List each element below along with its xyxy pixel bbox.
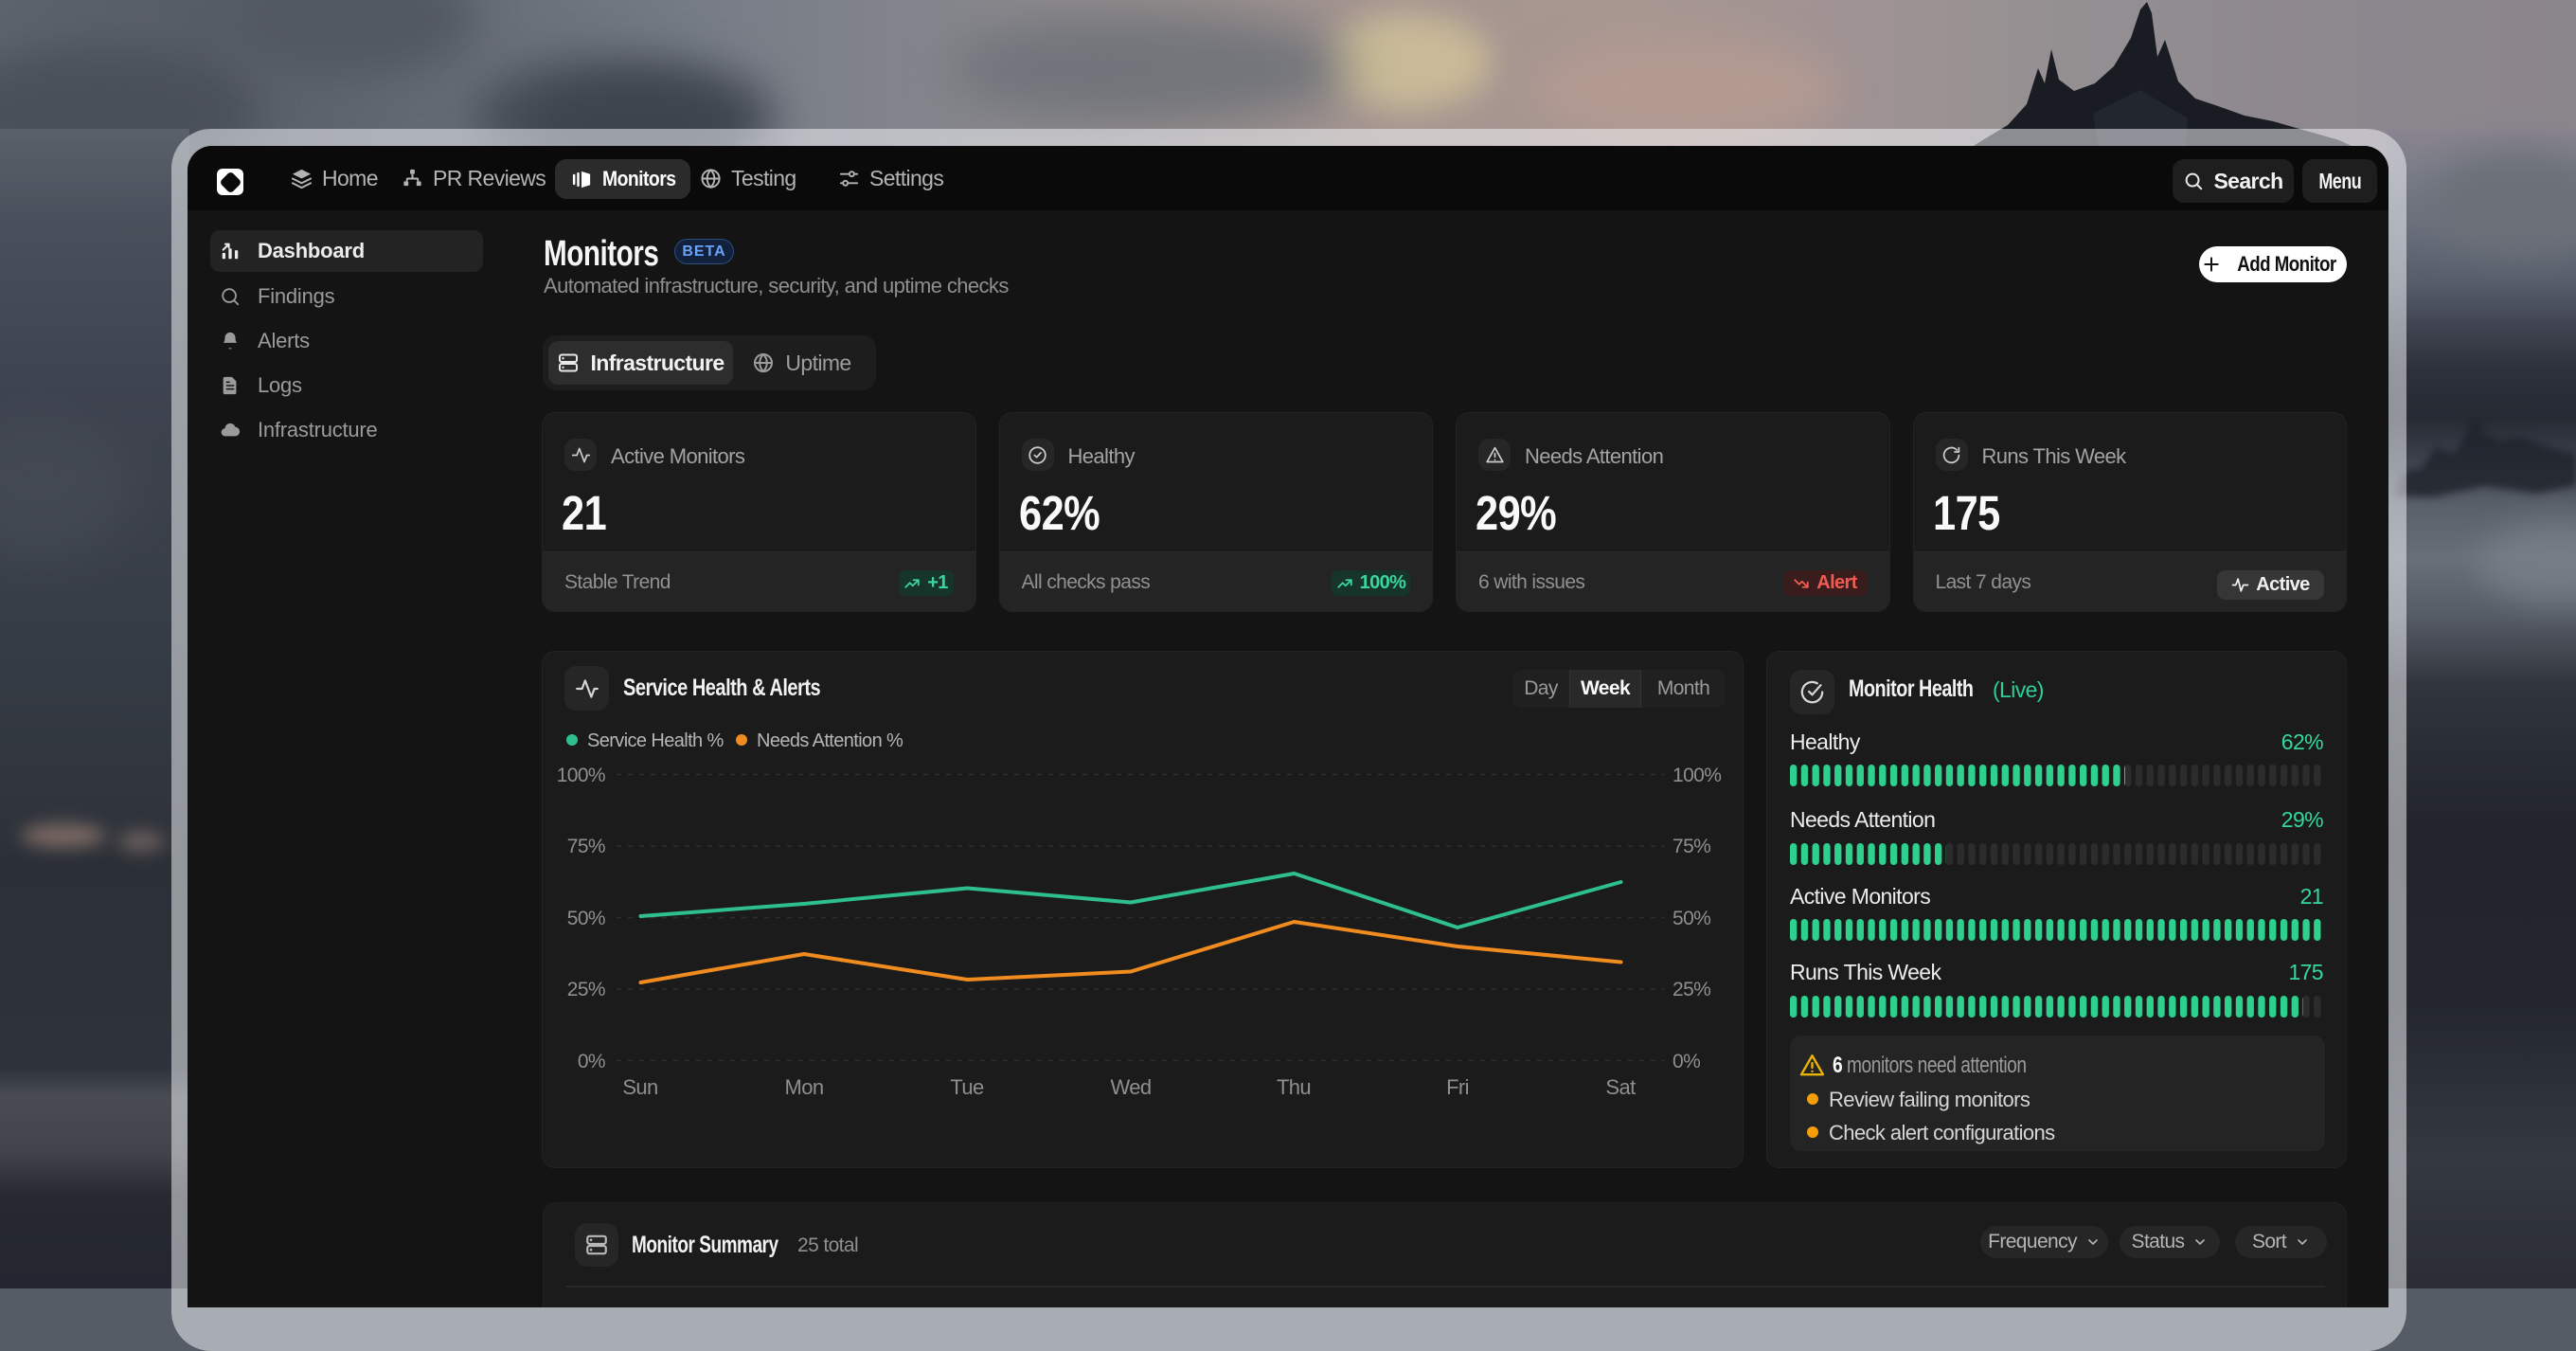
svg-text:25%: 25%	[1673, 979, 1710, 1000]
svg-text:Wed: Wed	[1110, 1075, 1151, 1099]
svg-text:100%: 100%	[1673, 765, 1721, 786]
svg-text:0%: 0%	[1673, 1051, 1700, 1072]
svg-text:75%: 75%	[1673, 836, 1710, 857]
svg-text:50%: 50%	[567, 908, 605, 929]
svg-text:Sun: Sun	[622, 1075, 657, 1099]
svg-text:50%: 50%	[1673, 908, 1710, 929]
svg-text:0%: 0%	[578, 1051, 605, 1072]
svg-text:75%: 75%	[567, 836, 605, 857]
svg-text:Thu: Thu	[1277, 1075, 1311, 1099]
svg-text:100%: 100%	[557, 765, 605, 786]
svg-text:Mon: Mon	[785, 1075, 824, 1099]
svg-text:Fri: Fri	[1446, 1075, 1469, 1099]
svg-text:25%: 25%	[567, 979, 605, 1000]
svg-text:Sat: Sat	[1605, 1075, 1636, 1099]
svg-text:Tue: Tue	[950, 1075, 984, 1099]
